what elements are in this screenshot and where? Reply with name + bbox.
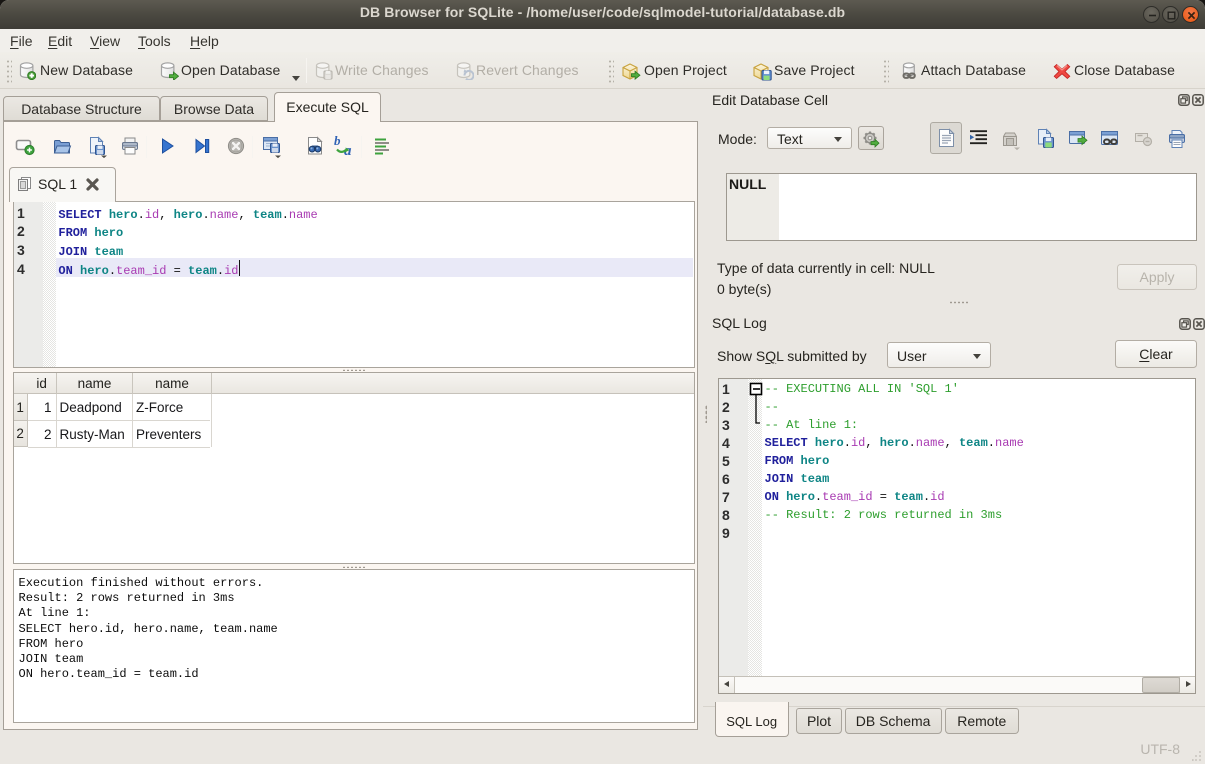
svg-text:b: b	[334, 135, 341, 148]
